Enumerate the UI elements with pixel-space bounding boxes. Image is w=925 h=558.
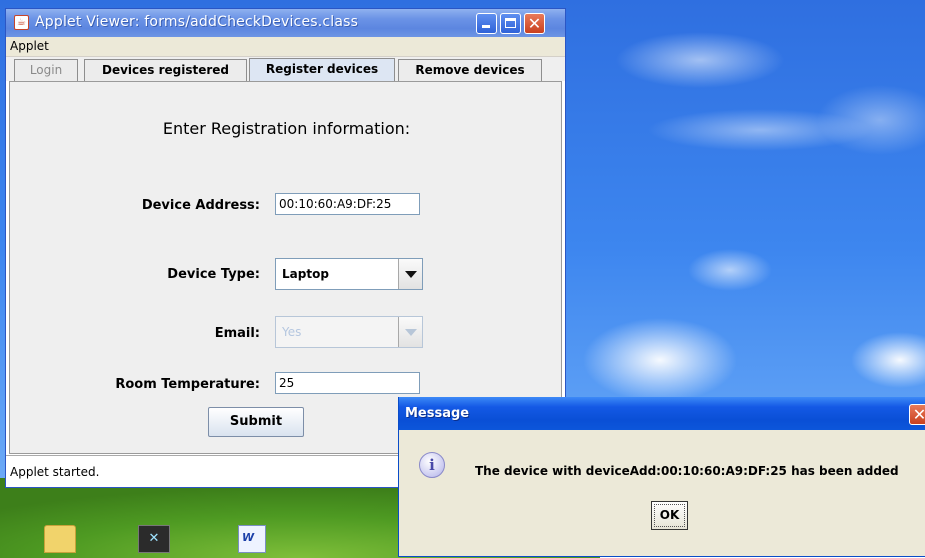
dialog-titlebar[interactable]: Message ✕ — [399, 397, 925, 430]
status-text: Applet started. — [10, 465, 100, 479]
maximize-button[interactable] — [500, 13, 521, 34]
device-address-label: Device Address: — [141, 198, 260, 213]
applet-titlebar[interactable]: ☕ Applet Viewer: forms/addCheckDevices.c… — [6, 9, 565, 37]
email-select: Yes — [275, 316, 423, 348]
submit-button[interactable]: Submit — [208, 407, 304, 437]
dialog-message: The device with deviceAdd:00:10:60:A9:DF… — [475, 464, 899, 478]
java-icon: ☕ — [14, 15, 29, 30]
word-icon[interactable]: W — [238, 525, 266, 553]
tab-strip: Login Devices registered Register device… — [6, 57, 565, 81]
dialog-title: Message — [405, 406, 470, 421]
dialog-close-button[interactable]: ✕ — [909, 404, 925, 425]
tab-devices-registered[interactable]: Devices registered — [84, 59, 247, 81]
tab-login[interactable]: Login — [14, 59, 78, 81]
device-address-input[interactable]: 00:10:60:A9:DF:25 — [275, 193, 420, 215]
menu-applet[interactable]: Applet — [10, 39, 49, 53]
device-type-value: Laptop — [282, 267, 329, 281]
minimize-button[interactable] — [476, 13, 497, 34]
window-title: Applet Viewer: forms/addCheckDevices.cla… — [35, 14, 359, 30]
room-temperature-label: Room Temperature: — [115, 377, 260, 392]
chevron-down-icon — [398, 317, 422, 347]
close-button[interactable]: ✕ — [524, 13, 545, 34]
close-icon: ✕ — [912, 405, 925, 424]
menu-bar: Applet — [6, 37, 565, 57]
excel-icon[interactable]: ✕ — [138, 525, 170, 553]
tab-remove-devices[interactable]: Remove devices — [398, 59, 542, 81]
device-type-select[interactable]: Laptop — [275, 258, 423, 290]
message-dialog: Message ✕ i The device with deviceAdd:00… — [398, 397, 925, 557]
folder-icon[interactable] — [44, 525, 76, 553]
chevron-down-icon[interactable] — [398, 259, 422, 289]
email-value: Yes — [282, 325, 302, 339]
info-icon: i — [419, 452, 445, 478]
ok-button[interactable]: OK — [651, 501, 688, 530]
close-icon: ✕ — [527, 14, 542, 33]
tab-register-devices[interactable]: Register devices — [249, 58, 395, 81]
room-temperature-input[interactable]: 25 — [275, 372, 420, 394]
device-type-label: Device Type: — [167, 267, 260, 282]
email-label: Email: — [214, 326, 260, 341]
form-heading: Enter Registration information: — [162, 119, 411, 138]
